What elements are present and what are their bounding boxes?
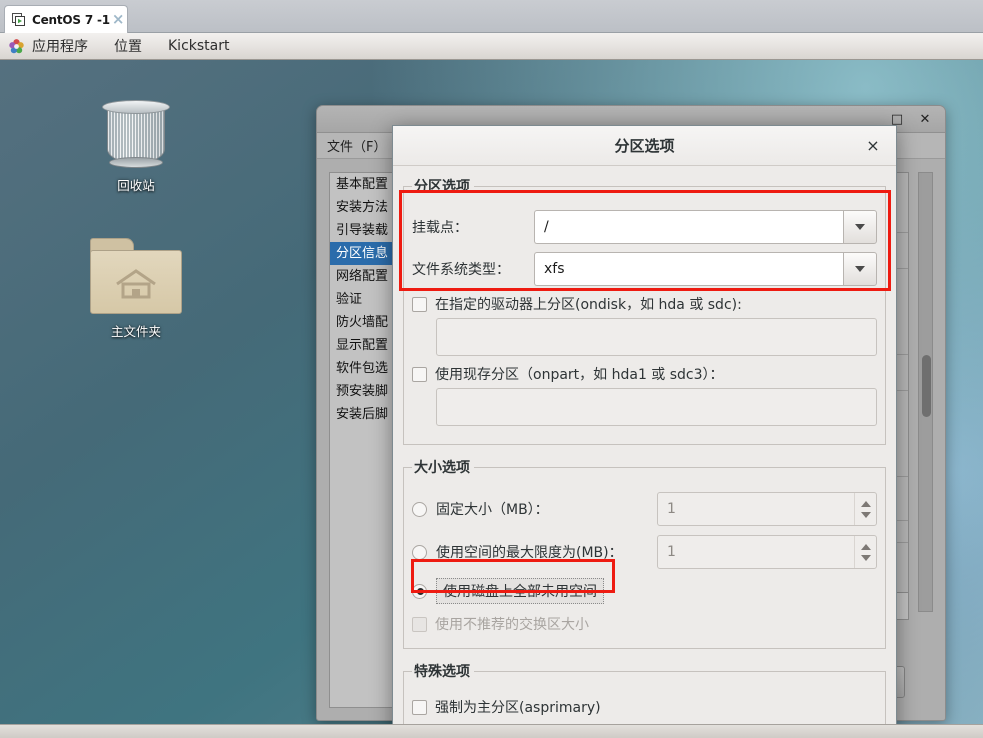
mount-point-dropdown-button[interactable] (843, 210, 877, 244)
fixed-size-spinner-buttons[interactable] (854, 493, 876, 525)
fstype-row: 文件系统类型： xfs (412, 252, 877, 286)
ondisk-checkbox-row[interactable]: 在指定的驱动器上分区(ondisk，如 hda 或 sdc): (412, 294, 877, 314)
size-options-legend: 大小选项 (414, 460, 470, 476)
fstype-dropdown-button[interactable] (843, 252, 877, 286)
desktop-icon-trash-label: 回收站 (117, 178, 155, 193)
swap-recommended-row: 使用不推荐的交换区大小 (412, 614, 877, 634)
ondisk-checkbox[interactable] (412, 296, 427, 312)
fstype-input[interactable]: xfs (534, 252, 843, 286)
max-size-spinner[interactable]: 1 (657, 535, 877, 569)
onpart-checkbox-row[interactable]: 使用现存分区（onpart，如 hda1 或 sdc3）： (412, 364, 877, 384)
chevron-down-icon (855, 224, 865, 230)
mount-point-input[interactable]: / (534, 210, 843, 244)
max-size-spinner-buttons[interactable] (854, 536, 876, 568)
swap-recommended-checkbox (412, 616, 427, 632)
asprimary-checkbox[interactable] (412, 699, 427, 715)
desktop-background: 回收站 主文件夹 □ ✕ 文件（F） 基本配置 安装方法 引导装载 分区信息 网… (0, 60, 983, 724)
asprimary-label: 强制为主分区(asprimary) (435, 700, 601, 716)
desktop-icon-home[interactable]: 主文件夹 (76, 238, 196, 340)
home-folder-icon (88, 238, 184, 316)
fstype-label: 文件系统类型： (412, 262, 510, 278)
fixed-size-radio[interactable] (412, 501, 427, 517)
mount-point-label: 挂载点： (412, 220, 468, 236)
fedora-applications-icon[interactable] (8, 38, 25, 55)
app-close-button[interactable]: ✕ (915, 110, 935, 128)
onpart-checkbox[interactable] (412, 366, 427, 382)
ondisk-label: 在指定的驱动器上分区(ondisk，如 hda 或 sdc): (435, 297, 742, 313)
gnome-bottom-panel (0, 724, 983, 738)
fixed-size-label: 固定大小（MB）： (436, 502, 549, 518)
panel-menu-applications[interactable]: 应用程序 (32, 36, 88, 56)
max-size-value[interactable]: 1 (658, 536, 854, 568)
partition-options-dialog: 分区选项 × 分区选项 挂载点： / 文件系统类型： xfs 在指定的驱动器上分… (392, 125, 897, 724)
scrollbar-thumb[interactable] (922, 355, 931, 417)
partition-options-legend: 分区选项 (414, 179, 470, 195)
asprimary-row[interactable]: 强制为主分区(asprimary) (412, 697, 877, 717)
desktop-icon-home-label: 主文件夹 (110, 324, 161, 339)
vm-tab-close-icon[interactable]: × (110, 12, 127, 27)
panel-menu-places[interactable]: 位置 (114, 36, 142, 56)
fill-all-space-row[interactable]: 使用磁盘上全部未用空间 (412, 578, 877, 604)
spinner-down-icon[interactable] (860, 554, 871, 561)
vm-tab-label: CentOS 7 -1 (32, 12, 110, 27)
dialog-close-icon[interactable]: × (864, 137, 882, 155)
onpart-label: 使用现存分区（onpart，如 hda1 或 sdc3）： (435, 367, 724, 383)
onpart-input[interactable] (436, 388, 877, 426)
spinner-up-icon[interactable] (860, 500, 871, 507)
max-size-label: 使用空间的最大限度为(MB)： (436, 545, 623, 561)
fixed-size-value[interactable]: 1 (658, 493, 854, 525)
vm-machine-icon (11, 12, 27, 28)
spinner-down-icon[interactable] (860, 511, 871, 518)
partition-list-scrollbar[interactable] (918, 172, 933, 612)
fixed-size-row[interactable]: 固定大小（MB）： 1 (412, 492, 877, 526)
special-options-legend: 特殊选项 (414, 664, 470, 680)
panel-menu-kickstart[interactable]: Kickstart (168, 38, 229, 54)
vm-tab-centos[interactable]: CentOS 7 -1 × (4, 5, 128, 33)
mount-point-combo[interactable]: / (534, 210, 877, 244)
chevron-down-icon (855, 266, 865, 272)
size-options-group: 大小选项 固定大小（MB）： 1 使用空间的最大限度为(MB)： 1 使用磁盘上… (403, 457, 886, 649)
ondisk-input[interactable] (436, 318, 877, 356)
mount-point-row: 挂载点： / (412, 210, 877, 244)
fstype-combo[interactable]: xfs (534, 252, 877, 286)
dialog-title-bar: 分区选项 × (393, 126, 896, 166)
fill-all-space-radio[interactable] (412, 583, 427, 599)
vmware-tab-strip: CentOS 7 -1 × (0, 0, 983, 33)
fill-all-space-label: 使用磁盘上全部未用空间 (436, 578, 604, 604)
dialog-title: 分区选项 (614, 137, 675, 155)
max-size-radio[interactable] (412, 544, 427, 560)
dialog-body: 分区选项 挂载点： / 文件系统类型： xfs 在指定的驱动器上分区(ondis… (393, 166, 896, 724)
partition-options-group: 分区选项 挂载点： / 文件系统类型： xfs 在指定的驱动器上分区(ondis… (403, 176, 886, 445)
max-size-row[interactable]: 使用空间的最大限度为(MB)： 1 (412, 535, 877, 569)
spinner-up-icon[interactable] (860, 543, 871, 550)
special-options-group: 特殊选项 强制为主分区(asprimary) 格式化分区 (403, 661, 886, 724)
app-menu-file[interactable]: 文件（F） (327, 136, 386, 155)
fixed-size-spinner[interactable]: 1 (657, 492, 877, 526)
vmware-window: CentOS 7 -1 × 应用程序 位置 Kickstart 回收站 主文件夹… (0, 0, 983, 738)
gnome-top-panel: 应用程序 位置 Kickstart (0, 33, 983, 60)
swap-recommended-label: 使用不推荐的交换区大小 (435, 617, 589, 633)
trash-icon (99, 98, 173, 170)
desktop-icon-trash[interactable]: 回收站 (76, 98, 196, 194)
